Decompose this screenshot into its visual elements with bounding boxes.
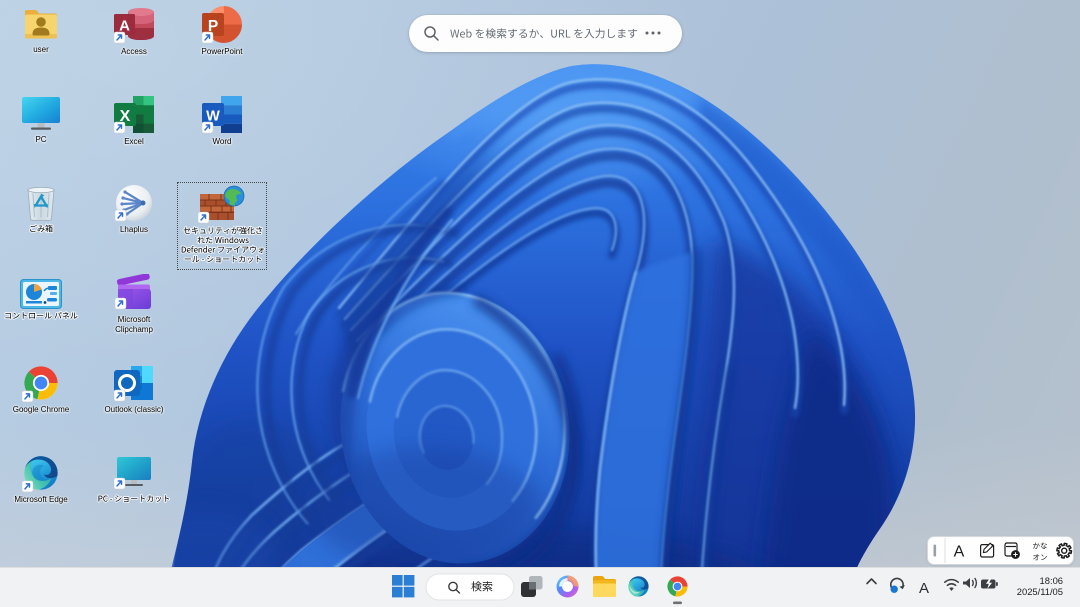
svg-text:A: A: [954, 544, 965, 561]
svg-text:2025/11/05: 2025/11/05: [1017, 586, 1063, 597]
svg-text:A: A: [919, 580, 929, 597]
svg-text:18:06: 18:06: [1040, 575, 1063, 586]
